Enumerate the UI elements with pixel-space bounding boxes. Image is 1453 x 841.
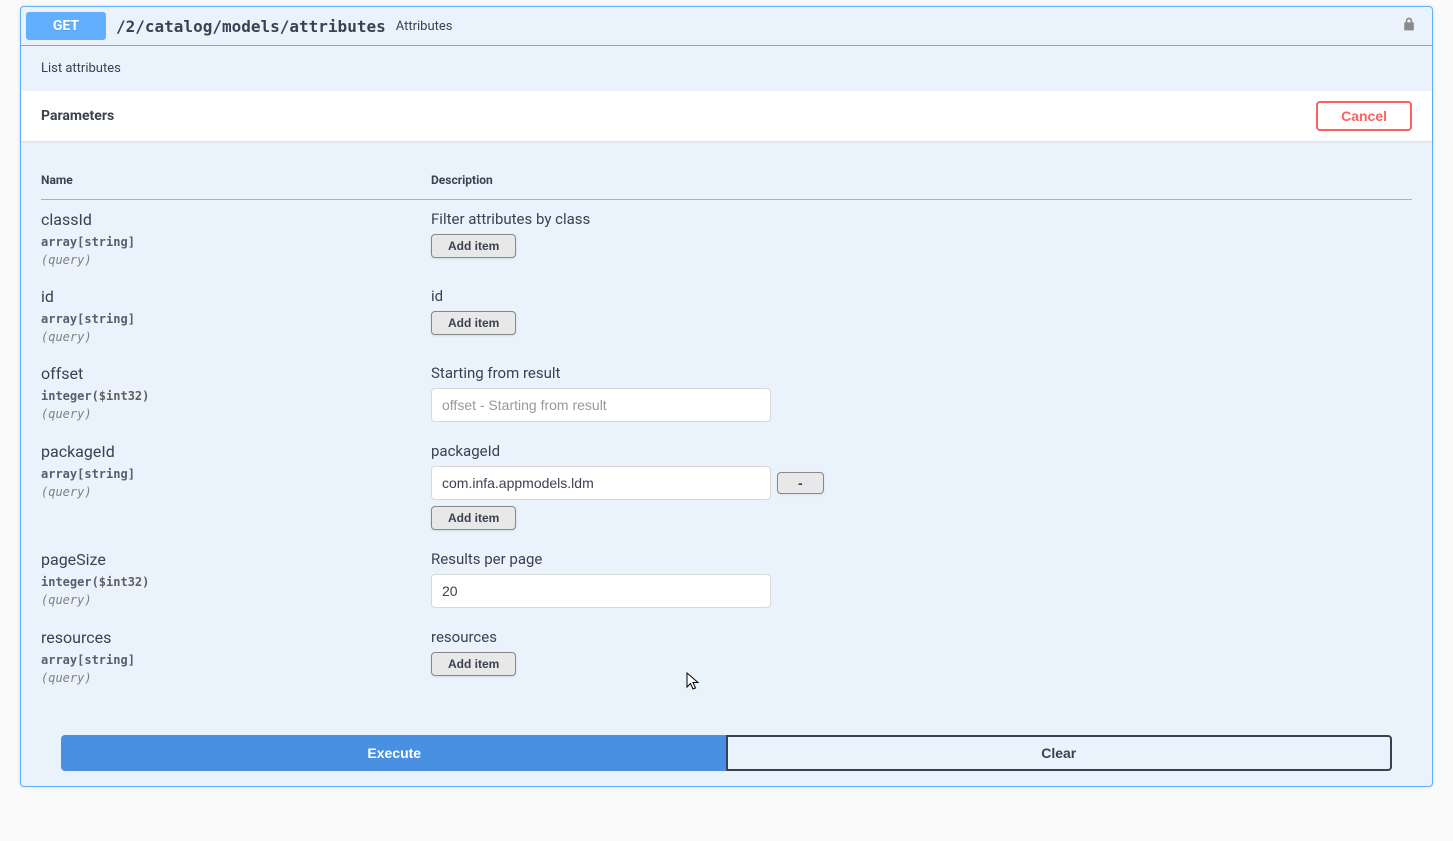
operation-description: List attributes <box>21 46 1432 91</box>
parameter-description: resources <box>431 628 1412 646</box>
parameter-row-pageSize: pageSize integer($int32) (query) Results… <box>41 540 1412 618</box>
parameter-in: (query) <box>41 251 431 267</box>
array-item-row: - <box>431 466 1412 500</box>
operation-block: GET /2/catalog/models/attributes Attribu… <box>20 6 1433 787</box>
parameter-name: id <box>41 287 431 306</box>
parameter-row-packageId: packageId array[string] (query) packageI… <box>41 432 1412 540</box>
add-item-button[interactable]: Add item <box>431 652 516 676</box>
parameter-row-id: id array[string] (query) id Add item <box>41 277 1412 354</box>
column-header-name: Name <box>41 161 431 200</box>
packageId-input[interactable] <box>431 466 771 500</box>
parameters-header: Parameters Cancel <box>21 91 1432 141</box>
execute-button[interactable]: Execute <box>61 735 726 771</box>
parameter-in: (query) <box>41 483 431 499</box>
parameters-table: Name Description classId array[string] (… <box>41 161 1412 695</box>
endpoint-path: /2/catalog/models/attributes <box>106 17 396 36</box>
endpoint-description: Attributes <box>396 19 1391 34</box>
parameter-name: pageSize <box>41 550 431 569</box>
method-badge: GET <box>26 12 106 40</box>
add-item-button[interactable]: Add item <box>431 234 516 258</box>
parameter-description: Results per page <box>431 550 1412 568</box>
parameter-row-classId: classId array[string] (query) Filter att… <box>41 200 1412 278</box>
parameter-in: (query) <box>41 328 431 344</box>
parameter-description: Filter attributes by class <box>431 210 1412 228</box>
action-buttons: Execute Clear <box>21 715 1432 786</box>
parameter-name: resources <box>41 628 431 647</box>
lock-icon[interactable] <box>1391 15 1427 38</box>
parameter-type: array[string] <box>41 233 431 251</box>
operation-summary[interactable]: GET /2/catalog/models/attributes Attribu… <box>21 7 1432 46</box>
parameter-name: offset <box>41 364 431 383</box>
parameter-name: classId <box>41 210 431 229</box>
remove-item-button[interactable]: - <box>777 472 824 494</box>
parameter-name: packageId <box>41 442 431 461</box>
add-item-button[interactable]: Add item <box>431 311 516 335</box>
parameter-row-offset: offset integer($int32) (query) Starting … <box>41 354 1412 432</box>
parameter-description: Starting from result <box>431 364 1412 382</box>
parameter-in: (query) <box>41 591 431 607</box>
parameter-in: (query) <box>41 405 431 421</box>
parameter-description: packageId <box>431 442 1412 460</box>
parameter-type: integer($int32) <box>41 387 431 405</box>
parameters-container: Name Description classId array[string] (… <box>21 141 1432 715</box>
pageSize-input[interactable] <box>431 574 771 608</box>
add-item-button[interactable]: Add item <box>431 506 516 530</box>
parameter-type: array[string] <box>41 310 431 328</box>
offset-input[interactable] <box>431 388 771 422</box>
parameter-type: array[string] <box>41 651 431 669</box>
parameter-type: integer($int32) <box>41 573 431 591</box>
clear-button[interactable]: Clear <box>726 735 1393 771</box>
parameter-type: array[string] <box>41 465 431 483</box>
parameter-in: (query) <box>41 669 431 685</box>
cancel-button[interactable]: Cancel <box>1316 101 1412 131</box>
parameters-title: Parameters <box>41 108 114 124</box>
parameter-description: id <box>431 287 1412 305</box>
parameter-row-resources: resources array[string] (query) resource… <box>41 618 1412 695</box>
column-header-description: Description <box>431 161 1412 200</box>
